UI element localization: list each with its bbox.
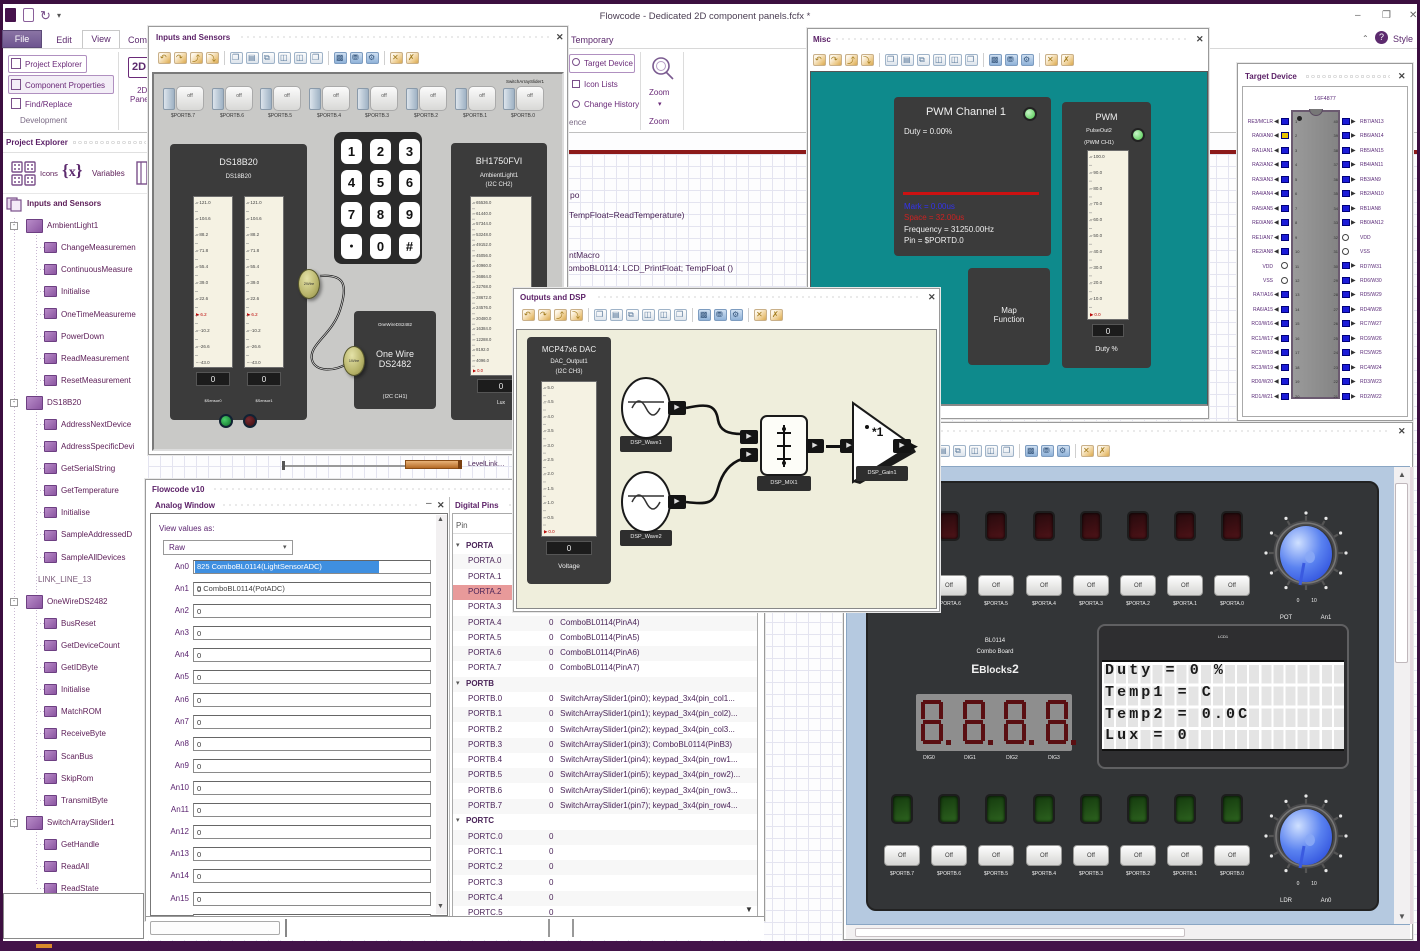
svg-text:*1: *1 — [872, 425, 884, 439]
